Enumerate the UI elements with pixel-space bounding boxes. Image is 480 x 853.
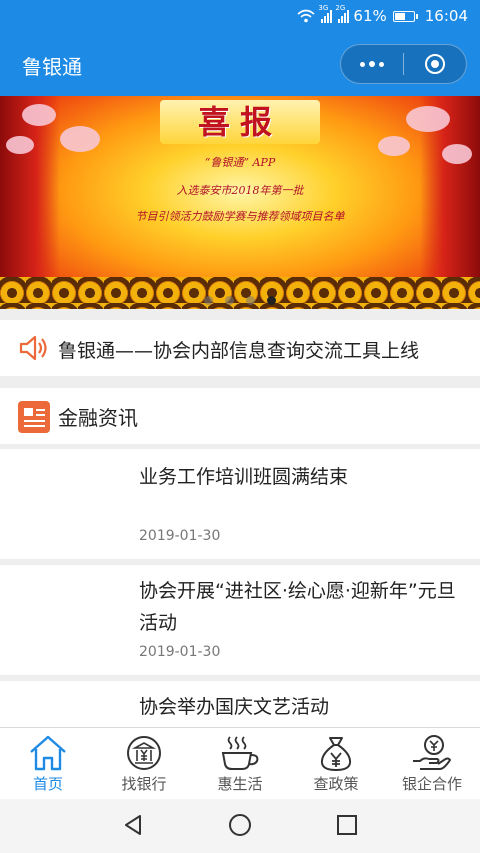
news-item[interactable]: 协会开展“进社区·绘心愿·迎新年”元旦活动 2019-01-30 (0, 565, 480, 675)
tab-home[interactable]: 首页 (0, 728, 96, 799)
home-icon (30, 735, 66, 771)
news-item[interactable]: 业务工作培训班圆满结束 2019-01-30 (0, 449, 480, 559)
news-icon (18, 401, 50, 433)
notice-bar[interactable]: 鲁银通——协会内部信息查询交流工具上线 (0, 320, 480, 376)
status-icons: 3G 2G 61% 16:04 (297, 4, 468, 25)
carousel-dot[interactable] (267, 296, 276, 305)
target-circle-icon (425, 54, 445, 74)
network-label-2: 2G (335, 4, 346, 12)
signal-3g-icon: 3G (318, 4, 333, 23)
signal-2g-icon: 2G (335, 4, 350, 23)
tab-policy[interactable]: 查政策 (288, 728, 384, 799)
system-nav-bar (0, 799, 480, 853)
miniprogram-capsule (340, 44, 467, 84)
news-item[interactable]: 协会举办国庆文艺活动 (0, 681, 480, 727)
news-date: 2019-01-30 (139, 644, 221, 660)
blossom-decoration (6, 136, 34, 154)
title-bar: 鲁银通 (0, 33, 480, 96)
battery-icon (392, 10, 418, 22)
banner-line-3: 节目引领活力鼓励学赛与推荐领域项目名单 (135, 210, 345, 223)
tab-label: 惠生活 (217, 775, 263, 793)
carousel-dot[interactable] (204, 296, 213, 305)
network-label-1: 3G (318, 4, 329, 12)
more-dots-icon[interactable] (341, 45, 403, 83)
money-bag-icon (320, 737, 352, 772)
section-title: 金融资讯 (58, 406, 138, 430)
wifi-icon (297, 9, 315, 23)
tab-label: 找银行 (121, 775, 167, 793)
tab-bank-enterprise[interactable]: 银企合作 (384, 728, 480, 799)
tab-label: 首页 (32, 775, 63, 793)
status-bar: 3G 2G 61% 16:04 (0, 0, 480, 33)
blossom-decoration (406, 106, 450, 132)
carousel-indicators (0, 296, 480, 305)
notice-text: 鲁银通——协会内部信息查询交流工具上线 (58, 340, 420, 362)
banner-line-1: “鲁银通” APP (204, 156, 276, 169)
tab-life[interactable]: 惠生活 (192, 728, 288, 799)
blossom-decoration (22, 104, 56, 126)
banner-heading: 喜报 (160, 100, 320, 144)
section-header: 金融资讯 (0, 388, 480, 444)
carousel-dot[interactable] (246, 296, 255, 305)
close-miniprogram-button[interactable] (404, 45, 466, 83)
carousel-dot[interactable] (225, 296, 234, 305)
battery-percent: 61% (353, 7, 387, 25)
news-date: 2019-01-30 (139, 528, 221, 544)
home-circle-icon[interactable] (228, 813, 252, 837)
banner-carousel[interactable]: 喜报 “鲁银通” APP 入选泰安市2018年第一批 节目引领活力鼓励学赛与推荐… (0, 96, 480, 309)
bank-yen-icon (127, 736, 161, 770)
news-title: 协会举办国庆文艺活动 (139, 696, 330, 718)
tab-bar: 首页 找银行 惠生活 查政策 银企合作 (0, 727, 480, 799)
tab-find-bank[interactable]: 找银行 (96, 728, 192, 799)
news-title: 协会开展“进社区·绘心愿·迎新年”元旦活动 (139, 580, 456, 634)
blossom-decoration (378, 136, 410, 156)
speaker-icon (19, 335, 47, 361)
news-title: 业务工作培训班圆满结束 (139, 466, 349, 488)
hand-coin-icon (413, 735, 451, 770)
recents-square-icon[interactable] (335, 813, 359, 837)
tab-label: 查政策 (313, 775, 359, 793)
back-triangle-icon[interactable] (121, 813, 145, 837)
clock: 16:04 (424, 7, 468, 25)
tab-label: 银企合作 (401, 775, 462, 793)
page-title: 鲁银通 (22, 55, 82, 79)
banner-line-2: 入选泰安市2018年第一批 (176, 184, 304, 197)
blossom-decoration (60, 126, 100, 152)
coffee-cup-icon (221, 736, 259, 770)
